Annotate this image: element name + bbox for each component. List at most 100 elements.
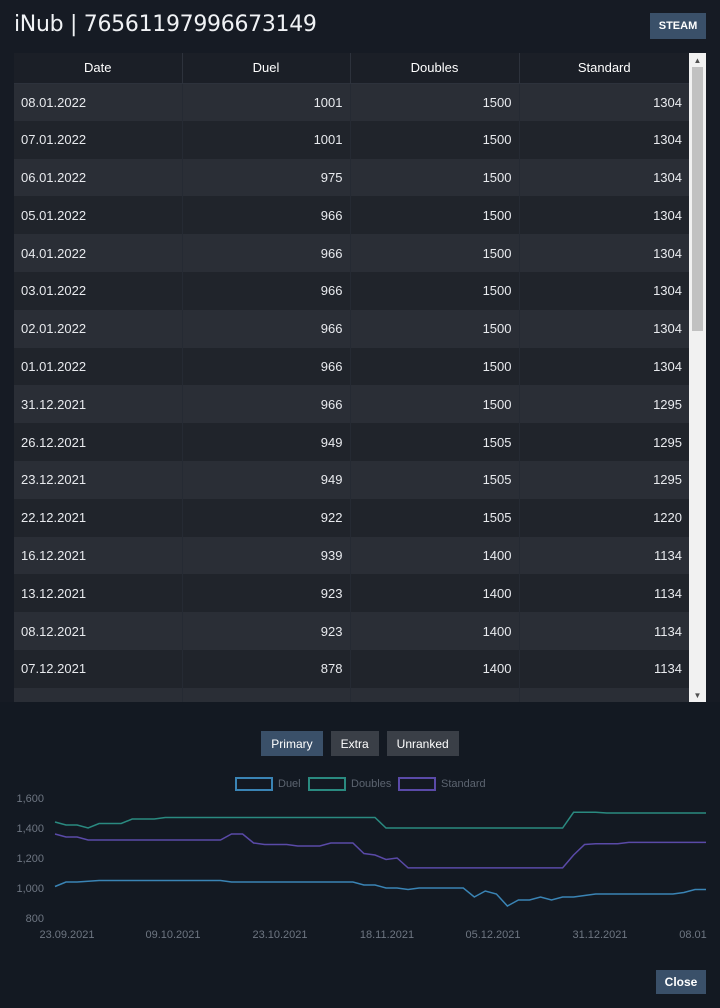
- table-row: 13.12.2021 923 1400 1134: [14, 574, 689, 613]
- cell-standard: 1134: [519, 536, 689, 575]
- column-header-date[interactable]: Date: [14, 53, 183, 84]
- table-row: 02.01.2022 966 1500 1304: [14, 309, 689, 348]
- cell-standard: 1134: [519, 612, 689, 650]
- column-header-duel[interactable]: Duel: [182, 53, 351, 84]
- cell-duel: 1001: [182, 83, 351, 121]
- cell-doubles: 1505: [350, 498, 520, 537]
- table-row: 08.12.2021 923 1400 1134: [14, 612, 689, 650]
- table-row: 31.12.2021 966 1500 1295: [14, 385, 689, 424]
- cell-date: 26.12.2021: [14, 423, 183, 461]
- steam-button[interactable]: STEAM: [650, 13, 706, 39]
- table-row: 16.12.2021 939 1400 1134: [14, 536, 689, 575]
- cell-date: 31.12.2021: [14, 385, 183, 424]
- cell-standard: 1304: [519, 347, 689, 386]
- cell-doubles: 1500: [350, 234, 520, 272]
- table-row: 06.01.2022 975 1500 1304: [14, 158, 689, 197]
- cell-doubles: 1500: [350, 196, 520, 235]
- tab-primary[interactable]: Primary: [261, 731, 323, 756]
- cell-duel: 1001: [182, 120, 351, 159]
- table-scrollbar[interactable]: ▲ ▼: [689, 53, 706, 702]
- modal-header: iNub | 76561197996673149 STEAM: [0, 0, 720, 52]
- close-button[interactable]: Close: [656, 970, 706, 994]
- cell-standard: 1220: [519, 498, 689, 537]
- tab-extra[interactable]: Extra: [330, 731, 379, 756]
- scroll-up-arrow-icon[interactable]: ▲: [689, 53, 706, 67]
- y-tick-label: 1,400: [16, 823, 44, 835]
- legend-swatch-1: [308, 777, 346, 791]
- legend-label-2: Standard: [441, 778, 486, 790]
- table-row: 03.01.2022 966 1500 1304: [14, 271, 689, 310]
- cell-date: 07.12.2021: [14, 649, 183, 688]
- cell-date: 08.12.2021: [14, 612, 183, 650]
- cell-date: 16.12.2021: [14, 536, 183, 575]
- cell-duel: 966: [182, 234, 351, 272]
- table-row: 23.12.2021 949 1505 1295: [14, 460, 689, 499]
- cell-standard: 1304: [519, 271, 689, 310]
- cell-duel: 966: [182, 385, 351, 424]
- cell-duel: 923: [182, 612, 351, 650]
- table-row: 01.01.2022 966 1500 1304: [14, 347, 689, 386]
- table-row: 07.12.2021 878 1400 1134: [14, 649, 689, 688]
- x-tick-label: 23.10.2021: [252, 929, 307, 941]
- cell-duel: 922: [182, 498, 351, 537]
- y-tick-label: 1,000: [16, 883, 44, 895]
- cell-duel: 966: [182, 347, 351, 386]
- cell-duel: 949: [182, 423, 351, 461]
- cell-doubles: 1400: [350, 612, 520, 650]
- series-line-doubles: [54, 811, 706, 829]
- cell-doubles: 1400: [350, 574, 520, 613]
- x-tick-label: 09.10.2021: [145, 929, 200, 941]
- cell-standard: 1295: [519, 385, 689, 424]
- series-line-duel: [54, 879, 706, 907]
- table-row: 05.12.202187814001134: [14, 687, 689, 702]
- series-line-standard: [54, 833, 706, 869]
- cell-standard: 1134: [519, 649, 689, 688]
- rating-history-table[interactable]: Date Duel Doubles Standard 08.01.2022 100…: [14, 53, 706, 702]
- x-tick-label: 08.01: [679, 929, 707, 941]
- cell-standard: 1304: [519, 309, 689, 348]
- scrollbar-thumb[interactable]: [692, 67, 703, 331]
- cell-doubles: 1400: [350, 649, 520, 688]
- cell-doubles: 1505: [350, 460, 520, 499]
- cell-date: 07.01.2022: [14, 120, 183, 159]
- cell-standard: 1134: [519, 687, 689, 702]
- cell-duel: 966: [182, 271, 351, 310]
- cell-date: 05.01.2022: [14, 196, 183, 235]
- cell-standard: 1304: [519, 120, 689, 159]
- cell-doubles: 1500: [350, 83, 520, 121]
- table-header-row: Date Duel Doubles Standard: [14, 53, 689, 84]
- table-row: 05.01.2022 966 1500 1304: [14, 196, 689, 235]
- cell-date: 23.12.2021: [14, 460, 183, 499]
- legend-swatch-2: [398, 777, 436, 791]
- y-tick-label: 800: [26, 913, 44, 925]
- cell-standard: 1295: [519, 423, 689, 461]
- cell-date: 03.01.2022: [14, 271, 183, 310]
- legend-label-1: Doubles: [351, 778, 392, 790]
- x-tick-label: 23.09.2021: [39, 929, 94, 941]
- cell-duel: 966: [182, 196, 351, 235]
- cell-doubles: 1500: [350, 120, 520, 159]
- scroll-down-arrow-icon[interactable]: ▼: [689, 688, 706, 702]
- cell-doubles: 1400: [350, 536, 520, 575]
- cell-duel: 975: [182, 158, 351, 197]
- x-tick-label: 18.11.2021: [360, 929, 414, 941]
- rating-tabs: Primary Extra Unranked: [0, 731, 720, 756]
- cell-doubles: 1505: [350, 423, 520, 461]
- cell-duel: 939: [182, 536, 351, 575]
- column-header-doubles[interactable]: Doubles: [350, 53, 520, 84]
- cell-date: 02.01.2022: [14, 309, 183, 348]
- cell-standard: 1304: [519, 158, 689, 197]
- cell-date: 06.01.2022: [14, 158, 183, 197]
- tab-unranked[interactable]: Unranked: [386, 731, 459, 756]
- table-row: 08.01.2022 1001 1500 1304: [14, 83, 689, 121]
- cell-duel: 966: [182, 309, 351, 348]
- cell-date: 08.01.2022: [14, 83, 183, 121]
- column-header-standard[interactable]: Standard: [519, 53, 689, 84]
- cell-date: 05.12.2021: [14, 687, 183, 702]
- cell-doubles: 1500: [350, 158, 520, 197]
- x-tick-label: 05.12.2021: [465, 929, 520, 941]
- table-row: 22.12.2021 922 1505 1220: [14, 498, 689, 537]
- cell-doubles: 1400: [350, 687, 520, 702]
- cell-doubles: 1500: [350, 385, 520, 424]
- y-tick-label: 1,600: [16, 793, 44, 805]
